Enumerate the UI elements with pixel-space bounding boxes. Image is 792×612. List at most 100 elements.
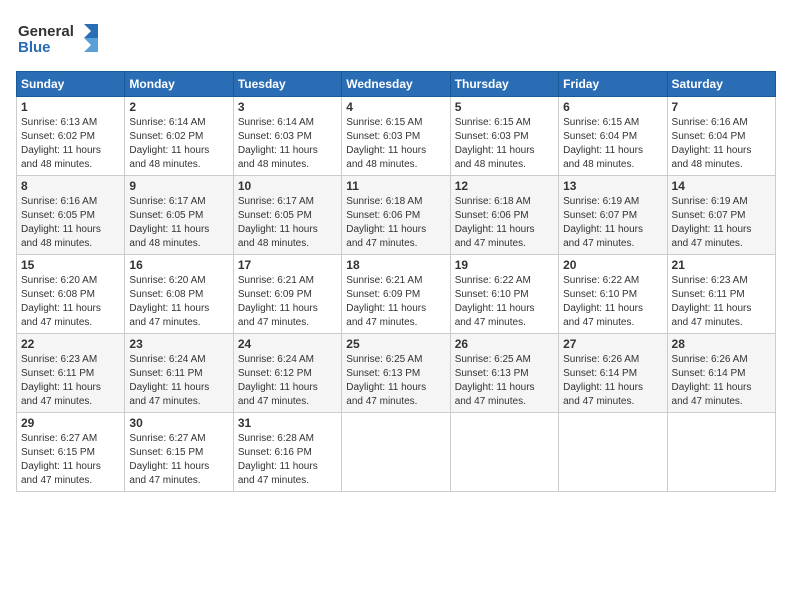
calendar-cell: [342, 413, 450, 492]
day-number: 8: [21, 179, 120, 193]
day-number: 15: [21, 258, 120, 272]
day-info: Sunrise: 6:25 AMSunset: 6:13 PMDaylight:…: [455, 353, 554, 409]
day-number: 2: [129, 100, 228, 114]
day-info: Sunrise: 6:17 AMSunset: 6:05 PMDaylight:…: [129, 195, 228, 251]
day-number: 27: [563, 337, 662, 351]
calendar-week-1: 1 Sunrise: 6:13 AMSunset: 6:02 PMDaylight…: [17, 97, 776, 176]
calendar-cell: 31 Sunrise: 6:28 AMSunset: 6:16 PMDayligh…: [233, 413, 341, 492]
day-info: Sunrise: 6:22 AMSunset: 6:10 PMDaylight:…: [455, 274, 554, 330]
day-info: Sunrise: 6:19 AMSunset: 6:07 PMDaylight:…: [563, 195, 662, 251]
logo: General Blue: [16, 16, 106, 61]
calendar-cell: 12 Sunrise: 6:18 AMSunset: 6:06 PMDayligh…: [450, 176, 558, 255]
day-number: 1: [21, 100, 120, 114]
day-info: Sunrise: 6:20 AMSunset: 6:08 PMDaylight:…: [21, 274, 120, 330]
calendar-cell: 29Sunrise: 6:27 AMSunset: 6:15 PMDayligh…: [17, 413, 125, 492]
day-info: Sunrise: 6:13 AMSunset: 6:02 PMDaylight:…: [21, 116, 120, 172]
calendar-cell: [450, 413, 558, 492]
day-number: 26: [455, 337, 554, 351]
day-number: 20: [563, 258, 662, 272]
calendar-cell: 23 Sunrise: 6:24 AMSunset: 6:11 PMDayligh…: [125, 334, 233, 413]
day-header-wednesday: Wednesday: [342, 72, 450, 97]
day-number: 3: [238, 100, 337, 114]
day-info: Sunrise: 6:14 AMSunset: 6:02 PMDaylight:…: [129, 116, 228, 172]
day-info: Sunrise: 6:24 AMSunset: 6:12 PMDaylight:…: [238, 353, 337, 409]
calendar-week-3: 15 Sunrise: 6:20 AMSunset: 6:08 PMDayligh…: [17, 255, 776, 334]
day-number: 21: [672, 258, 771, 272]
day-number: 5: [455, 100, 554, 114]
day-number: 17: [238, 258, 337, 272]
day-number: 18: [346, 258, 445, 272]
day-info: Sunrise: 6:19 AMSunset: 6:07 PMDaylight:…: [672, 195, 771, 251]
calendar-cell: 24 Sunrise: 6:24 AMSunset: 6:12 PMDayligh…: [233, 334, 341, 413]
calendar-cell: 6 Sunrise: 6:15 AMSunset: 6:04 PMDaylight…: [559, 97, 667, 176]
day-number: 7: [672, 100, 771, 114]
day-number: 25: [346, 337, 445, 351]
day-number: 31: [238, 416, 337, 430]
day-info: Sunrise: 6:28 AMSunset: 6:16 PMDaylight:…: [238, 432, 337, 488]
calendar-header-row: SundayMondayTuesdayWednesdayThursdayFrid…: [17, 72, 776, 97]
calendar-table: SundayMondayTuesdayWednesdayThursdayFrid…: [16, 71, 776, 492]
day-info: Sunrise: 6:15 AMSunset: 6:04 PMDaylight:…: [563, 116, 662, 172]
calendar-cell: 1 Sunrise: 6:13 AMSunset: 6:02 PMDaylight…: [17, 97, 125, 176]
day-info: Sunrise: 6:18 AMSunset: 6:06 PMDaylight:…: [455, 195, 554, 251]
day-number: 16: [129, 258, 228, 272]
calendar-cell: 7 Sunrise: 6:16 AMSunset: 6:04 PMDaylight…: [667, 97, 775, 176]
day-info: Sunrise: 6:25 AMSunset: 6:13 PMDaylight:…: [346, 353, 445, 409]
day-number: 28: [672, 337, 771, 351]
day-number: 12: [455, 179, 554, 193]
day-number: 13: [563, 179, 662, 193]
day-info: Sunrise: 6:26 AMSunset: 6:14 PMDaylight:…: [563, 353, 662, 409]
day-number: 11: [346, 179, 445, 193]
day-info: Sunrise: 6:16 AMSunset: 6:05 PMDaylight:…: [21, 195, 120, 251]
day-info: Sunrise: 6:16 AMSunset: 6:04 PMDaylight:…: [672, 116, 771, 172]
calendar-cell: [559, 413, 667, 492]
day-info: Sunrise: 6:15 AMSunset: 6:03 PMDaylight:…: [346, 116, 445, 172]
svg-text:Blue: Blue: [18, 39, 51, 56]
day-info: Sunrise: 6:21 AMSunset: 6:09 PMDaylight:…: [346, 274, 445, 330]
day-info: Sunrise: 6:27 AMSunset: 6:15 PMDaylight:…: [129, 432, 228, 488]
calendar-cell: 8 Sunrise: 6:16 AMSunset: 6:05 PMDaylight…: [17, 176, 125, 255]
day-number: 14: [672, 179, 771, 193]
day-number: 19: [455, 258, 554, 272]
calendar-cell: 16 Sunrise: 6:20 AMSunset: 6:08 PMDayligh…: [125, 255, 233, 334]
calendar-cell: 17 Sunrise: 6:21 AMSunset: 6:09 PMDayligh…: [233, 255, 341, 334]
calendar-cell: 9Sunrise: 6:17 AMSunset: 6:05 PMDaylight…: [125, 176, 233, 255]
day-info: Sunrise: 6:15 AMSunset: 6:03 PMDaylight:…: [455, 116, 554, 172]
calendar-cell: 14 Sunrise: 6:19 AMSunset: 6:07 PMDayligh…: [667, 176, 775, 255]
calendar-cell: 2 Sunrise: 6:14 AMSunset: 6:02 PMDaylight…: [125, 97, 233, 176]
day-number: 23: [129, 337, 228, 351]
day-info: Sunrise: 6:23 AMSunset: 6:11 PMDaylight:…: [21, 353, 120, 409]
day-info: Sunrise: 6:17 AMSunset: 6:05 PMDaylight:…: [238, 195, 337, 251]
calendar-cell: 15 Sunrise: 6:20 AMSunset: 6:08 PMDayligh…: [17, 255, 125, 334]
page-header: General Blue: [16, 16, 776, 61]
calendar-cell: 28 Sunrise: 6:26 AMSunset: 6:14 PMDayligh…: [667, 334, 775, 413]
calendar-cell: 19 Sunrise: 6:22 AMSunset: 6:10 PMDayligh…: [450, 255, 558, 334]
day-info: Sunrise: 6:20 AMSunset: 6:08 PMDaylight:…: [129, 274, 228, 330]
day-info: Sunrise: 6:22 AMSunset: 6:10 PMDaylight:…: [563, 274, 662, 330]
day-header-friday: Friday: [559, 72, 667, 97]
calendar-cell: 5 Sunrise: 6:15 AMSunset: 6:03 PMDaylight…: [450, 97, 558, 176]
calendar-cell: [667, 413, 775, 492]
logo-icon: General Blue: [16, 16, 106, 61]
calendar-cell: 22Sunrise: 6:23 AMSunset: 6:11 PMDayligh…: [17, 334, 125, 413]
day-info: Sunrise: 6:21 AMSunset: 6:09 PMDaylight:…: [238, 274, 337, 330]
calendar-cell: 11 Sunrise: 6:18 AMSunset: 6:06 PMDayligh…: [342, 176, 450, 255]
calendar-cell: 18 Sunrise: 6:21 AMSunset: 6:09 PMDayligh…: [342, 255, 450, 334]
calendar-cell: 25 Sunrise: 6:25 AMSunset: 6:13 PMDayligh…: [342, 334, 450, 413]
day-number: 30: [129, 416, 228, 430]
day-info: Sunrise: 6:18 AMSunset: 6:06 PMDaylight:…: [346, 195, 445, 251]
day-number: 24: [238, 337, 337, 351]
svg-text:General: General: [18, 23, 74, 40]
day-info: Sunrise: 6:14 AMSunset: 6:03 PMDaylight:…: [238, 116, 337, 172]
day-number: 6: [563, 100, 662, 114]
day-info: Sunrise: 6:24 AMSunset: 6:11 PMDaylight:…: [129, 353, 228, 409]
calendar-cell: 13 Sunrise: 6:19 AMSunset: 6:07 PMDayligh…: [559, 176, 667, 255]
day-header-monday: Monday: [125, 72, 233, 97]
day-number: 29: [21, 416, 120, 430]
day-info: Sunrise: 6:26 AMSunset: 6:14 PMDaylight:…: [672, 353, 771, 409]
calendar-week-4: 22Sunrise: 6:23 AMSunset: 6:11 PMDayligh…: [17, 334, 776, 413]
day-number: 10: [238, 179, 337, 193]
day-header-tuesday: Tuesday: [233, 72, 341, 97]
day-info: Sunrise: 6:23 AMSunset: 6:11 PMDaylight:…: [672, 274, 771, 330]
day-header-sunday: Sunday: [17, 72, 125, 97]
